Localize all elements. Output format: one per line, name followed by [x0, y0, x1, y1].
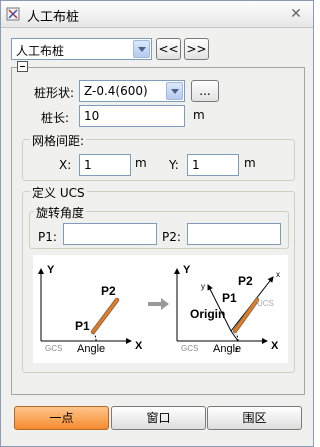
- mode-select-value: 人工布桩: [16, 44, 65, 58]
- dialog-window: 人工布桩 ✕ 人工布桩 << >> 桩形状: Z-0.4(600) ... 桩长…: [0, 0, 314, 447]
- collapse-icon[interactable]: [17, 61, 28, 72]
- ucs-label: UCS: [257, 299, 274, 308]
- origin-label: Origin: [190, 307, 225, 321]
- next-button[interactable]: >>: [184, 38, 209, 60]
- p1-label: P1:: [38, 230, 57, 244]
- mode-select[interactable]: 人工布桩: [11, 38, 152, 60]
- grid-y-label: Y:: [169, 158, 179, 172]
- grid-y-input[interactable]: 1: [187, 154, 239, 176]
- title-bar[interactable]: 人工布桩 ✕: [1, 1, 313, 28]
- ucs-diagram: Y X GCS Angle P1 P2 Y X GCS Angle y x z …: [33, 255, 288, 363]
- pile-shape-value: Z-0.4(600): [84, 84, 148, 98]
- left-angle-label: Angle: [77, 343, 105, 355]
- one-point-button[interactable]: 一点: [14, 406, 109, 430]
- arrow-right-icon: [148, 298, 169, 310]
- chevron-down-icon[interactable]: [166, 82, 183, 100]
- right-p2-label: P2: [238, 274, 253, 288]
- p2-label: P2:: [162, 230, 181, 244]
- pile-length-input[interactable]: 10: [79, 105, 185, 127]
- more-button[interactable]: ...: [191, 80, 219, 102]
- right-gcs-label: GCS: [181, 344, 198, 353]
- right-p1-label: P1: [222, 291, 237, 305]
- p2-input[interactable]: [187, 223, 281, 245]
- right-y-label: Y: [183, 264, 191, 276]
- pile-app-icon: [6, 7, 20, 21]
- left-p2-label: P2: [101, 284, 116, 298]
- grid-y-unit: m: [244, 156, 256, 170]
- ucs-x-small-label: x: [276, 270, 280, 279]
- grid-spacing-title: 网格间距:: [30, 132, 87, 149]
- window-select-button[interactable]: 窗口: [111, 406, 206, 430]
- left-gcs-label: GCS: [45, 344, 62, 353]
- ucs-title: 定义 UCS: [30, 184, 87, 201]
- prev-button[interactable]: <<: [156, 38, 181, 60]
- right-x-label: X: [271, 340, 279, 352]
- pile-shape-select[interactable]: Z-0.4(600): [79, 80, 185, 102]
- pile-shape-label: 桩形状:: [34, 86, 75, 100]
- pile-length-unit: m: [193, 108, 205, 122]
- grid-x-label: X:: [59, 158, 72, 172]
- right-pile-line: [233, 298, 259, 333]
- chevron-down-icon[interactable]: [133, 40, 150, 58]
- fence-select-button[interactable]: 围区: [207, 406, 302, 430]
- left-p1-label: P1: [75, 319, 90, 333]
- left-pile-line: [91, 298, 119, 334]
- left-x-label: X: [135, 340, 143, 352]
- close-icon[interactable]: ✕: [288, 6, 304, 22]
- left-angle-arc: [93, 333, 97, 342]
- pile-length-label: 桩长:: [41, 111, 70, 125]
- left-y-label: Y: [47, 264, 55, 276]
- rotation-title: 旋转角度: [34, 204, 87, 221]
- ucs-y-small-label: y: [201, 282, 205, 291]
- window-title: 人工布桩: [27, 10, 80, 25]
- grid-x-input[interactable]: 1: [79, 154, 131, 176]
- p1-input[interactable]: [63, 223, 157, 245]
- grid-x-unit: m: [135, 156, 147, 170]
- ucs-z-small-label: z: [235, 347, 239, 354]
